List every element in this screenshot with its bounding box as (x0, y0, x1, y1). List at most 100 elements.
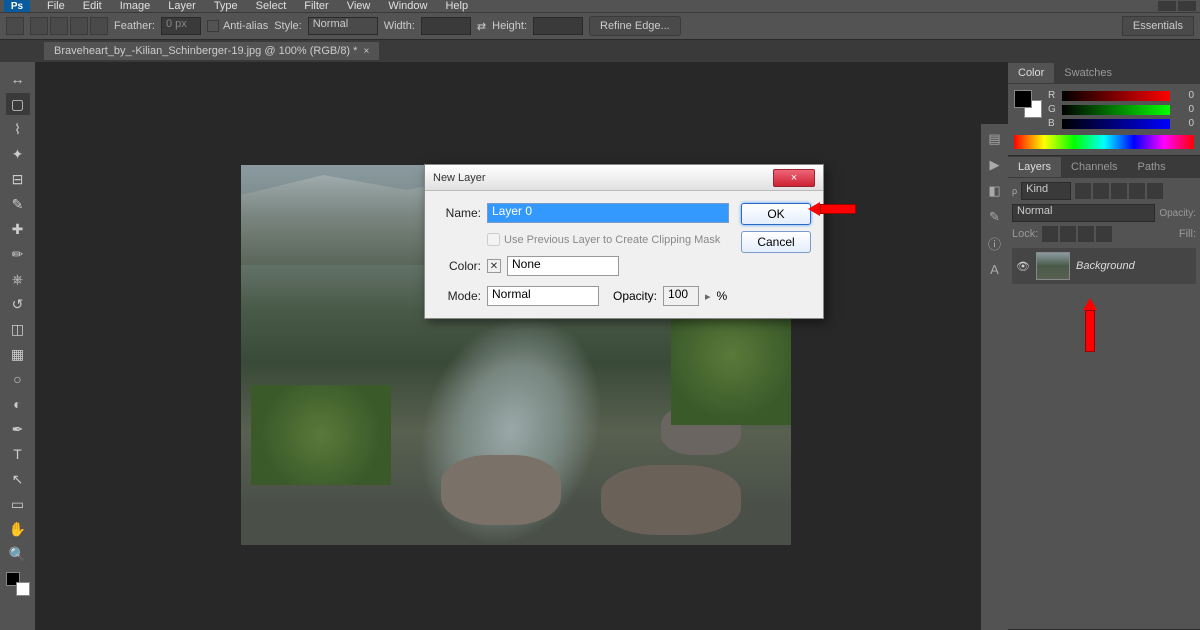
menu-help[interactable]: Help (436, 0, 477, 12)
blend-row: Normal Opacity: (1012, 204, 1196, 222)
r-value[interactable]: 0 (1174, 90, 1194, 101)
selection-add-icon[interactable] (50, 17, 68, 35)
filter-adjust-icon[interactable] (1093, 183, 1109, 199)
canvas-area[interactable] (36, 62, 1008, 630)
selection-subtract-icon[interactable] (70, 17, 88, 35)
lock-row: Lock: Fill: (1012, 226, 1196, 242)
dialog-close-button[interactable]: × (773, 169, 815, 187)
layer-name[interactable]: Background (1076, 260, 1135, 272)
move-tool[interactable]: ↔ (6, 68, 30, 90)
zoom-tool[interactable]: 🔍 (6, 543, 30, 565)
opacity-input[interactable]: 100 (663, 286, 699, 306)
filter-shape-icon[interactable] (1129, 183, 1145, 199)
width-input[interactable] (421, 17, 471, 35)
lock-transparency-icon[interactable] (1042, 226, 1058, 242)
actions-panel-icon[interactable]: ▶ (986, 156, 1004, 174)
lock-pixels-icon[interactable] (1060, 226, 1076, 242)
menu-layer[interactable]: Layer (159, 0, 205, 12)
fg-swatch[interactable] (1014, 90, 1032, 108)
lasso-tool[interactable]: ⌇ (6, 118, 30, 140)
opacity-stepper-icon[interactable]: ▸ (705, 290, 711, 303)
menu-select[interactable]: Select (247, 0, 296, 12)
brush-tool[interactable]: ✏ (6, 243, 30, 265)
hand-tool[interactable]: ✋ (6, 518, 30, 540)
path-select-tool[interactable]: ↖ (6, 468, 30, 490)
color-select[interactable]: None (507, 256, 619, 276)
opacity-label: Opacity: (1159, 208, 1196, 219)
gradient-tool[interactable]: ▦ (6, 343, 30, 365)
menu-view[interactable]: View (338, 0, 380, 12)
filter-pixel-icon[interactable] (1075, 183, 1091, 199)
close-tab-icon[interactable]: × (363, 46, 369, 57)
layer-name-input[interactable]: Layer 0 (487, 203, 729, 223)
name-label: Name: (437, 206, 481, 220)
crop-tool[interactable]: ⊟ (6, 168, 30, 190)
menu-type[interactable]: Type (205, 0, 247, 12)
history-panel-icon[interactable]: ▤ (986, 130, 1004, 148)
paths-tab[interactable]: Paths (1128, 157, 1176, 177)
filter-smart-icon[interactable] (1147, 183, 1163, 199)
tool-preset-icon[interactable] (6, 17, 24, 35)
minimize-button[interactable] (1158, 1, 1176, 11)
type-tool[interactable]: T (6, 443, 30, 465)
selection-new-icon[interactable] (30, 17, 48, 35)
g-value[interactable]: 0 (1174, 104, 1194, 115)
menu-file[interactable]: File (38, 0, 74, 12)
menu-filter[interactable]: Filter (295, 0, 337, 12)
menu-window[interactable]: Window (379, 0, 436, 12)
color-swatch[interactable] (1014, 90, 1042, 118)
filter-type-icon[interactable] (1111, 183, 1127, 199)
r-slider[interactable] (1062, 91, 1170, 101)
mode-select[interactable]: Normal (487, 286, 599, 306)
document-tab[interactable]: Braveheart_by_-Kilian_Schinberger-19.jpg… (44, 42, 379, 60)
channels-tab[interactable]: Channels (1061, 157, 1127, 177)
color-panel-tabs: Color Swatches (1008, 62, 1200, 84)
layer-thumbnail[interactable] (1036, 252, 1070, 280)
spectrum-ramp[interactable] (1014, 135, 1194, 149)
layers-tab[interactable]: Layers (1008, 157, 1061, 177)
visibility-toggle-icon[interactable]: 👁 (1016, 259, 1030, 273)
tools-panel: ↔ ▢ ⌇ ✦ ⊟ ✎ ✚ ✏ ⎈ ↺ ◫ ▦ ○ ◐ ✒ T ↖ ▭ ✋ 🔍 (0, 62, 36, 630)
history-brush-tool[interactable]: ↺ (6, 293, 30, 315)
info-panel-icon[interactable]: ⓘ (986, 234, 1004, 252)
b-slider[interactable] (1062, 119, 1170, 129)
blend-mode-select[interactable]: Normal (1012, 204, 1155, 222)
cancel-button[interactable]: Cancel (741, 231, 811, 253)
pen-tool[interactable]: ✒ (6, 418, 30, 440)
workspace-switcher[interactable]: Essentials (1122, 16, 1194, 36)
height-input[interactable] (533, 17, 583, 35)
g-slider[interactable] (1062, 105, 1170, 115)
b-value[interactable]: 0 (1174, 118, 1194, 129)
antialias-checkbox[interactable]: Anti-alias (207, 20, 268, 32)
wand-tool[interactable]: ✦ (6, 143, 30, 165)
stamp-tool[interactable]: ⎈ (6, 268, 30, 290)
marquee-tool[interactable]: ▢ (6, 93, 30, 115)
layer-kind-select[interactable]: Kind (1021, 182, 1071, 200)
menu-image[interactable]: Image (111, 0, 160, 12)
heal-tool[interactable]: ✚ (6, 218, 30, 240)
menu-edit[interactable]: Edit (74, 0, 111, 12)
refine-edge-button[interactable]: Refine Edge... (589, 16, 681, 36)
style-select[interactable]: Normal (308, 17, 378, 35)
swatches-tab[interactable]: Swatches (1054, 63, 1122, 83)
layer-row-background[interactable]: 👁 Background (1012, 248, 1196, 284)
dodge-tool[interactable]: ◐ (6, 393, 30, 415)
shape-tool[interactable]: ▭ (6, 493, 30, 515)
selection-intersect-icon[interactable] (90, 17, 108, 35)
background-color[interactable] (16, 582, 30, 596)
color-swatch-tool[interactable] (6, 572, 30, 596)
color-tab[interactable]: Color (1008, 63, 1054, 83)
eraser-tool[interactable]: ◫ (6, 318, 30, 340)
properties-panel-icon[interactable]: ◧ (986, 182, 1004, 200)
brush-panel-icon[interactable]: ✎ (986, 208, 1004, 226)
lock-all-icon[interactable] (1096, 226, 1112, 242)
swap-icon[interactable]: ⇄ (477, 20, 486, 33)
blur-tool[interactable]: ○ (6, 368, 30, 390)
ok-button[interactable]: OK (741, 203, 811, 225)
eyedropper-tool[interactable]: ✎ (6, 193, 30, 215)
maximize-button[interactable] (1178, 1, 1196, 11)
feather-input[interactable]: 0 px (161, 17, 201, 35)
lock-position-icon[interactable] (1078, 226, 1094, 242)
character-panel-icon[interactable]: A (986, 260, 1004, 278)
dialog-titlebar[interactable]: New Layer × (425, 165, 823, 191)
